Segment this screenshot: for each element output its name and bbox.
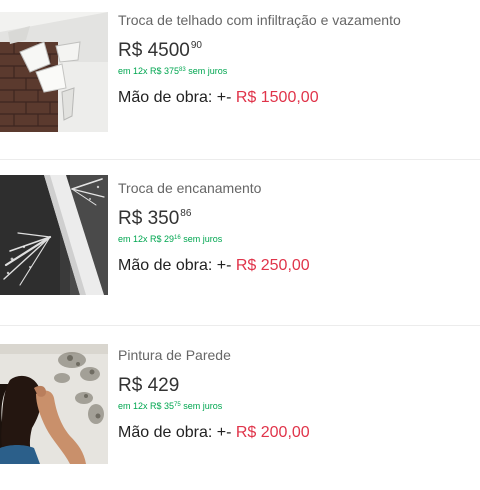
labor-label: Mão de obra: +- bbox=[118, 424, 232, 441]
divider bbox=[0, 159, 480, 160]
installment-cents: 83 bbox=[179, 67, 186, 73]
labor-cost: Mão de obra: +- R$ 200,00 bbox=[118, 423, 480, 443]
installment-cents: 16 bbox=[174, 235, 181, 241]
price-main: R$ 429 bbox=[118, 375, 180, 396]
listing-title[interactable]: Pintura de Parede bbox=[118, 347, 480, 364]
listing-price: R$ 429 bbox=[118, 370, 480, 397]
listing-item[interactable]: Troca de telhado com infiltração e vazam… bbox=[0, 0, 480, 162]
labor-cost: Mão de obra: +- R$ 1500,00 bbox=[118, 88, 480, 108]
installment-amount: em 12x R$ 29 bbox=[118, 234, 175, 244]
listing-info: Troca de telhado com infiltração e vazam… bbox=[118, 12, 480, 108]
burst-pipe-image bbox=[0, 175, 108, 295]
price-cents: 90 bbox=[190, 40, 202, 51]
installment-info: em 12x R$ 37583 sem juros bbox=[118, 65, 480, 77]
labor-cost: Mão de obra: +- R$ 250,00 bbox=[118, 256, 480, 276]
installment-amount: em 12x R$ 375 bbox=[118, 66, 180, 76]
labor-value: R$ 1500,00 bbox=[235, 89, 319, 106]
roof-leak-image bbox=[0, 12, 108, 132]
labor-value: R$ 250,00 bbox=[235, 257, 310, 274]
installment-info: em 12x R$ 3575 sem juros bbox=[118, 400, 480, 412]
listing-image[interactable] bbox=[0, 175, 108, 295]
listing-title[interactable]: Troca de telhado com infiltração e vazam… bbox=[118, 12, 480, 29]
price-cents: 86 bbox=[180, 208, 192, 219]
listing-info: Troca de encanamento R$ 35086 em 12x R$ … bbox=[118, 180, 480, 276]
installment-info: em 12x R$ 2916 sem juros bbox=[118, 233, 480, 245]
moldy-wall-image bbox=[0, 344, 108, 464]
listing-title[interactable]: Troca de encanamento bbox=[118, 180, 480, 197]
listing-image[interactable] bbox=[0, 12, 108, 132]
listing-item[interactable]: Pintura de Parede R$ 429 em 12x R$ 3575 … bbox=[0, 328, 480, 490]
installment-cents: 75 bbox=[174, 402, 181, 408]
price-main: R$ 4500 bbox=[118, 40, 190, 61]
installment-note: sem juros bbox=[183, 401, 223, 411]
listing-price: R$ 35086 bbox=[118, 203, 480, 230]
listing-price: R$ 450090 bbox=[118, 35, 480, 62]
listing-item[interactable]: Troca de encanamento R$ 35086 em 12x R$ … bbox=[0, 162, 480, 324]
labor-label: Mão de obra: +- bbox=[118, 257, 232, 274]
labor-label: Mão de obra: +- bbox=[118, 89, 232, 106]
listing-info: Pintura de Parede R$ 429 em 12x R$ 3575 … bbox=[118, 347, 480, 443]
installment-amount: em 12x R$ 35 bbox=[118, 401, 175, 411]
installment-note: sem juros bbox=[183, 234, 223, 244]
listing-image[interactable] bbox=[0, 344, 108, 464]
price-main: R$ 350 bbox=[118, 208, 180, 229]
labor-value: R$ 200,00 bbox=[235, 424, 310, 441]
installment-note: sem juros bbox=[188, 66, 228, 76]
divider bbox=[0, 325, 480, 326]
